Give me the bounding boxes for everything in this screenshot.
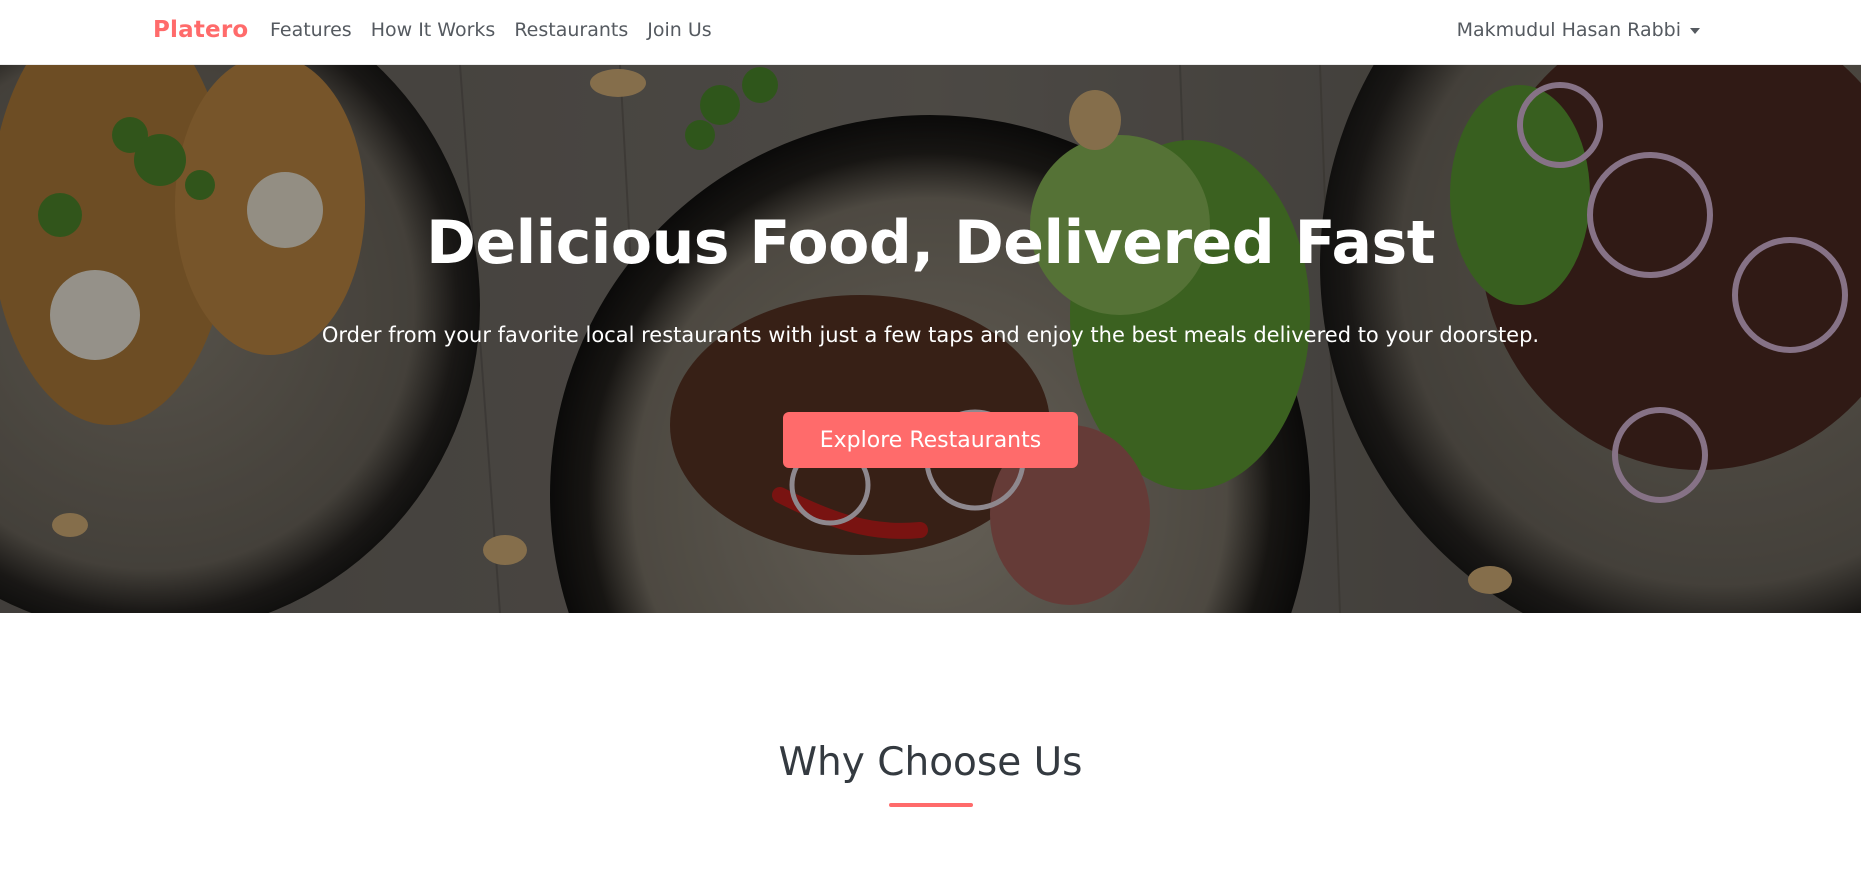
explore-restaurants-button[interactable]: Explore Restaurants — [783, 412, 1078, 468]
nav-links: Features How It Works Restaurants Join U… — [270, 19, 731, 41]
nav-link-restaurants[interactable]: Restaurants — [514, 19, 628, 41]
user-dropdown-toggle[interactable]: Makmudul Hasan Rabbi — [1457, 19, 1700, 41]
nav-link-join-us[interactable]: Join Us — [647, 19, 711, 41]
hero-subtitle: Order from your favorite local restauran… — [321, 323, 1540, 347]
hero-title: Delicious Food, Delivered Fast — [426, 208, 1435, 278]
user-name: Makmudul Hasan Rabbi — [1456, 19, 1681, 41]
section-title-underline — [889, 803, 973, 807]
nav-link-features[interactable]: Features — [270, 19, 352, 41]
caret-down-icon — [1690, 28, 1700, 34]
nav-link-how-it-works[interactable]: How It Works — [371, 19, 496, 41]
navbar: Platero Features How It Works Restaurant… — [0, 0, 1861, 65]
hero-section: Delicious Food, Delivered Fast Order fro… — [0, 65, 1861, 613]
section-title: Why Choose Us — [778, 740, 1083, 785]
brand-logo[interactable]: Platero — [153, 17, 248, 43]
